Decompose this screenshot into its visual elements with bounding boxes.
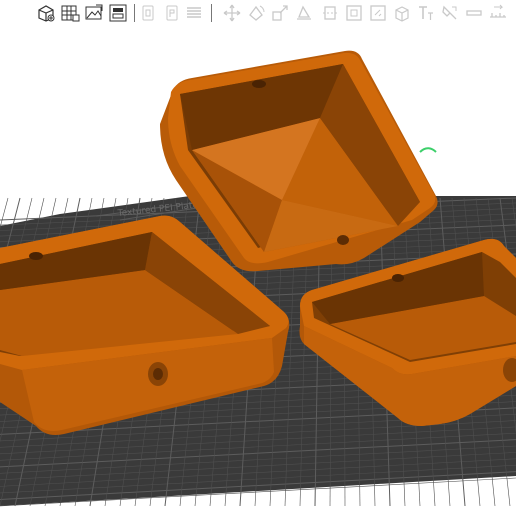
- top-toolbar: [0, 0, 516, 27]
- arrange-grid-icon[interactable]: [60, 3, 80, 23]
- move-icon[interactable]: [222, 3, 242, 23]
- minus-icon[interactable]: [464, 3, 484, 23]
- scene-canvas[interactable]: Textured PEI Plate: [0, 26, 516, 516]
- axis-marker-icon: [419, 147, 437, 153]
- paint-icon[interactable]: [440, 3, 460, 23]
- mount-hole: [29, 252, 43, 260]
- cut-icon[interactable]: [320, 3, 340, 23]
- text-tool-icon[interactable]: [416, 3, 436, 23]
- toolbar-separator: [211, 4, 212, 22]
- copy-icon[interactable]: [138, 3, 158, 23]
- mount-hole: [337, 235, 349, 245]
- add-object-icon[interactable]: [36, 3, 56, 23]
- split-icon[interactable]: [344, 3, 364, 23]
- measure-icon[interactable]: [488, 3, 508, 23]
- toolbar-separator: [134, 4, 135, 22]
- mount-hole: [252, 80, 266, 88]
- paste-icon[interactable]: [162, 3, 182, 23]
- import-image-icon[interactable]: [84, 3, 104, 23]
- support-paint-icon[interactable]: [368, 3, 388, 23]
- place-on-face-icon[interactable]: [294, 3, 314, 23]
- scale-icon[interactable]: [270, 3, 290, 23]
- layout-icon[interactable]: [108, 3, 128, 23]
- mount-hole: [392, 274, 404, 282]
- rotate-icon[interactable]: [246, 3, 266, 23]
- menu-icon[interactable]: [184, 3, 204, 23]
- 3d-viewport[interactable]: Textured PEI Plate: [0, 26, 516, 516]
- box-icon[interactable]: [392, 3, 412, 23]
